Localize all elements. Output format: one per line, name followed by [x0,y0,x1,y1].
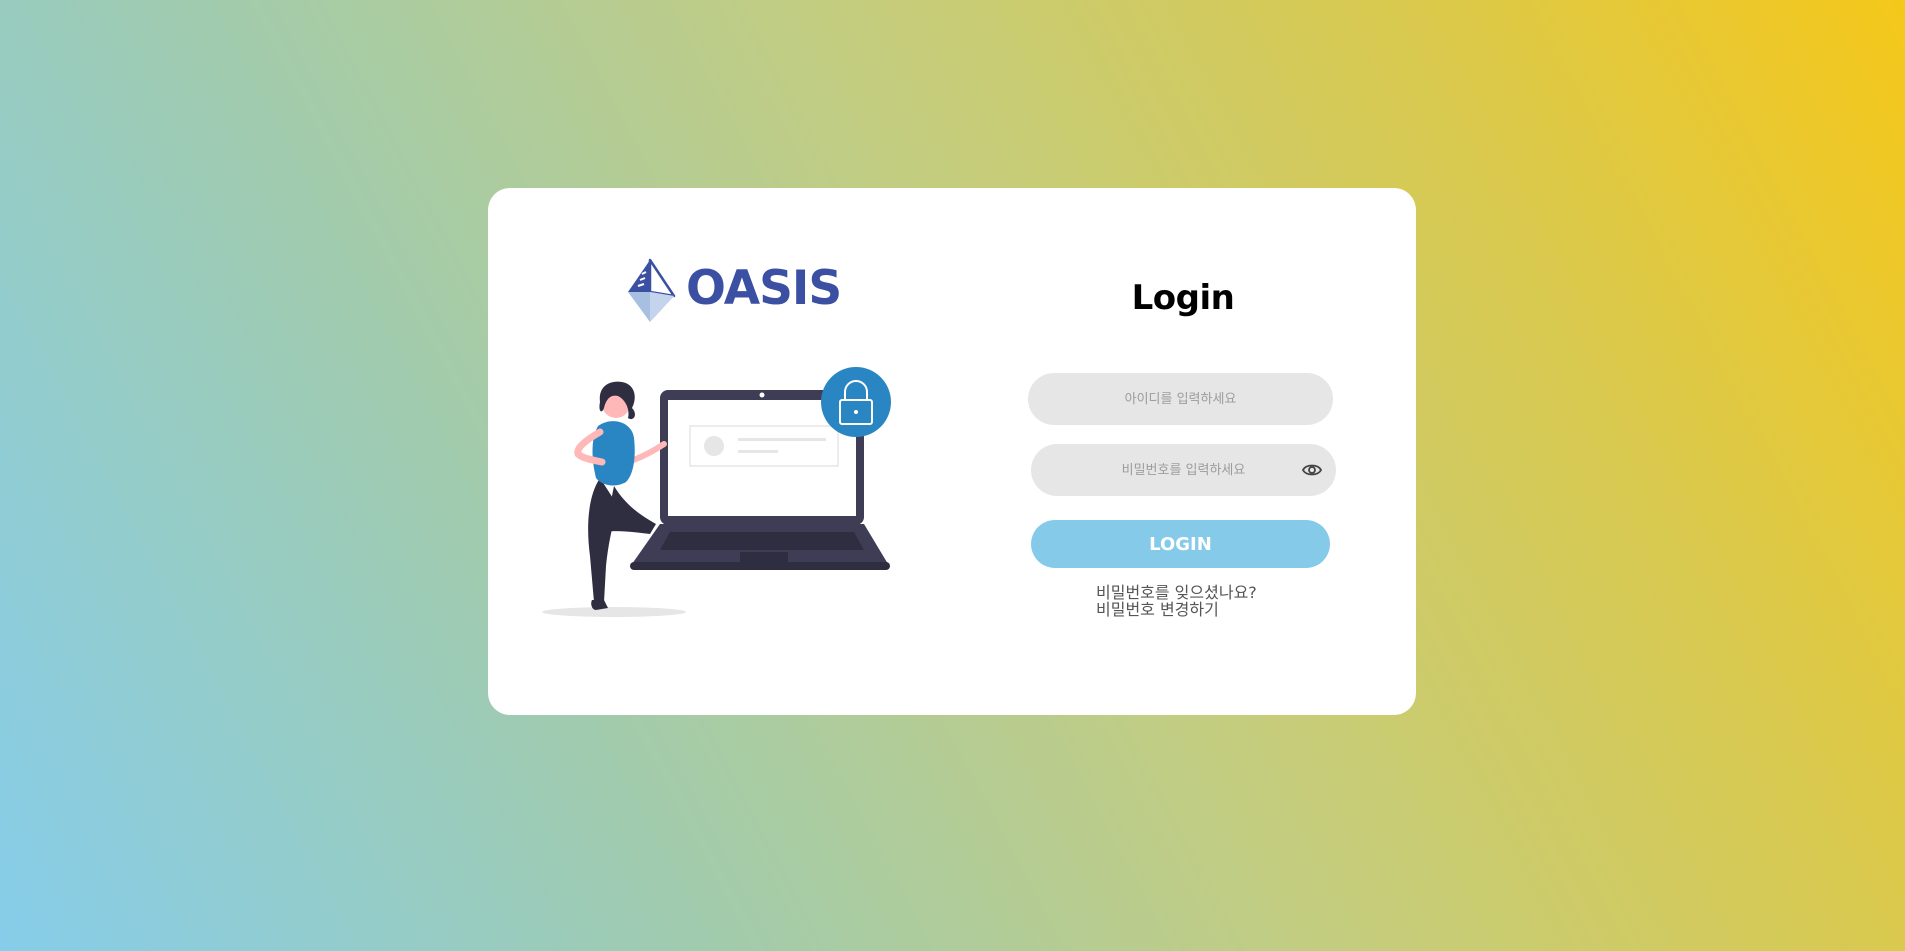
forgot-password-link[interactable]: 비밀번호를 잊으셨나요? [1096,584,1257,601]
eye-icon[interactable] [1302,461,1322,479]
login-button[interactable]: LOGIN [1031,520,1330,568]
password-field-wrapper [1031,444,1336,496]
change-password-link[interactable]: 비밀번호 변경하기 [1096,601,1257,618]
brand-name: OASIS [686,260,842,316]
login-form: Login LOGIN 비밀번호를 잊으셨나요? 비밀번호 변경하기 [1028,188,1338,715]
lock-icon [821,367,891,437]
brand-panel: OASIS [488,188,968,715]
brand-logo: OASIS [626,258,842,324]
account-links: 비밀번호를 잊으셨나요? 비밀번호 변경하기 [1096,584,1257,618]
id-input[interactable] [1028,373,1333,425]
password-input[interactable] [1031,444,1336,496]
login-card: OASIS Login 아이디를 입력하세요 LOGIN 비밀번호를 잊으셨나요… [488,188,1416,715]
login-illustration [542,367,891,617]
diamond-logo-icon [628,258,676,322]
login-title: Login [1131,278,1235,318]
